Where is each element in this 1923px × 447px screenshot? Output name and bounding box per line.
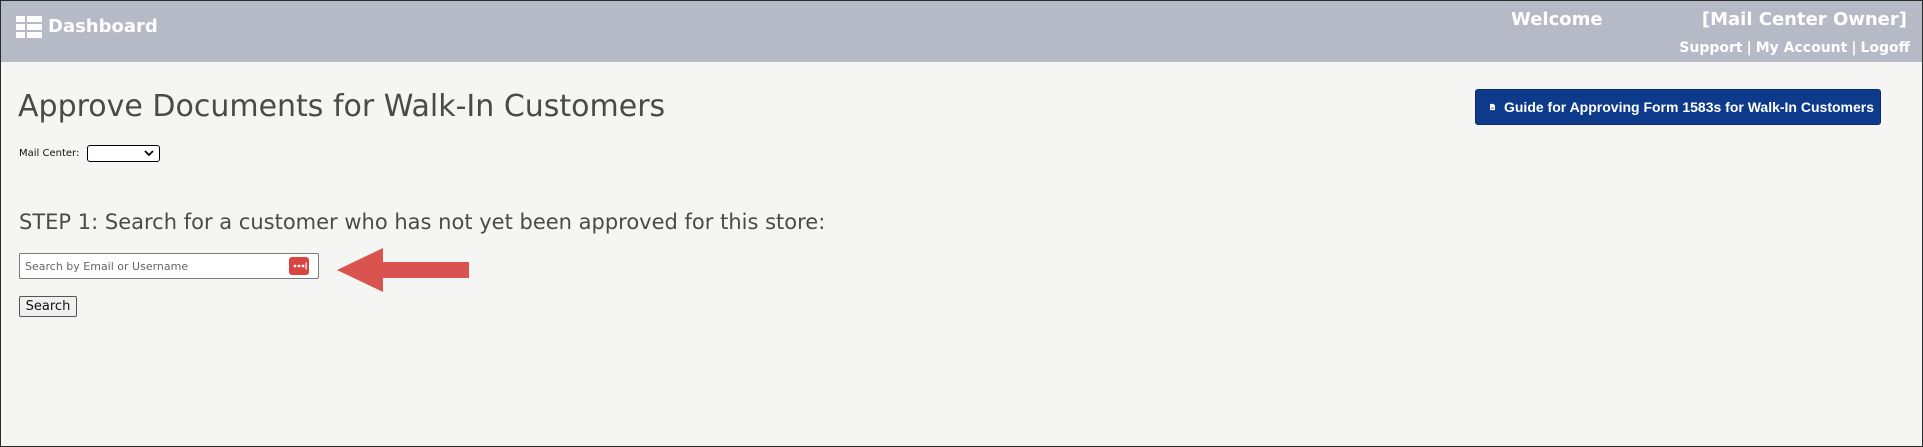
welcome-text: Welcome	[1511, 9, 1603, 30]
guide-pdf-button[interactable]: PDF Guide for Approving Form 1583s for W…	[1475, 89, 1881, 125]
link-separator: |	[1746, 40, 1752, 56]
support-link[interactable]: Support	[1679, 40, 1742, 56]
account-links: Support | My Account | Logoff	[1679, 39, 1910, 57]
dashboard-grid-icon	[16, 16, 42, 38]
app-frame: Dashboard Welcome [Mail Center Owner] Su…	[0, 0, 1923, 447]
dashboard-label: Dashboard	[48, 16, 158, 37]
search-input[interactable]	[19, 253, 319, 279]
user-role-label: [Mail Center Owner]	[1701, 9, 1907, 30]
password-manager-icon[interactable]	[289, 257, 309, 275]
chevron-down-icon	[144, 150, 154, 157]
annotation-arrow-icon	[337, 248, 469, 292]
step1-heading: STEP 1: Search for a customer who has no…	[19, 210, 826, 234]
mail-center-label: Mail Center:	[19, 148, 80, 159]
guide-button-label: Guide for Approving Form 1583s for Walk-…	[1503, 99, 1874, 115]
mail-center-select[interactable]	[87, 145, 160, 162]
top-navigation-bar: Dashboard Welcome [Mail Center Owner] Su…	[1, 1, 1922, 62]
logoff-link[interactable]: Logoff	[1860, 40, 1910, 56]
page-title: Approve Documents for Walk-In Customers	[18, 89, 666, 124]
link-separator: |	[1851, 40, 1857, 56]
my-account-link[interactable]: My Account	[1756, 40, 1848, 56]
dashboard-link[interactable]: Dashboard	[16, 16, 158, 38]
search-button[interactable]: Search	[19, 296, 77, 317]
pdf-file-icon: PDF	[1490, 103, 1495, 110]
